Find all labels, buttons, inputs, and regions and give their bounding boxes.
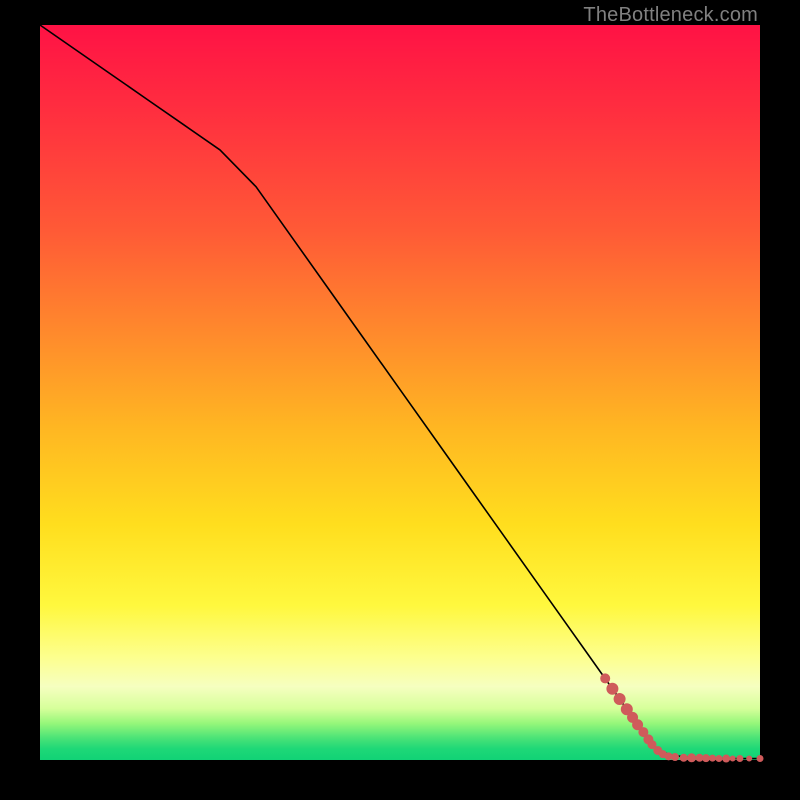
highlight-dot: [716, 756, 722, 762]
chart-overlay: [40, 25, 760, 760]
highlight-dot: [747, 756, 752, 761]
highlight-dot: [709, 755, 715, 761]
highlight-dot: [737, 756, 743, 762]
highlight-dot: [614, 694, 625, 705]
chart-frame: TheBottleneck.com: [0, 0, 800, 800]
highlight-dot: [703, 755, 710, 762]
highlight-dot: [672, 754, 679, 761]
highlight-dots: [601, 674, 763, 762]
bottleneck-curve: [40, 25, 760, 759]
highlight-dot: [723, 755, 730, 762]
highlight-dot: [680, 754, 687, 761]
highlight-dot: [757, 756, 763, 762]
highlight-dot: [601, 674, 610, 683]
highlight-dot: [730, 756, 735, 761]
highlight-dot: [607, 683, 618, 694]
highlight-dot: [688, 754, 696, 762]
watermark-text: TheBottleneck.com: [583, 4, 758, 27]
highlight-dot: [665, 753, 672, 760]
highlight-dot: [696, 754, 703, 761]
